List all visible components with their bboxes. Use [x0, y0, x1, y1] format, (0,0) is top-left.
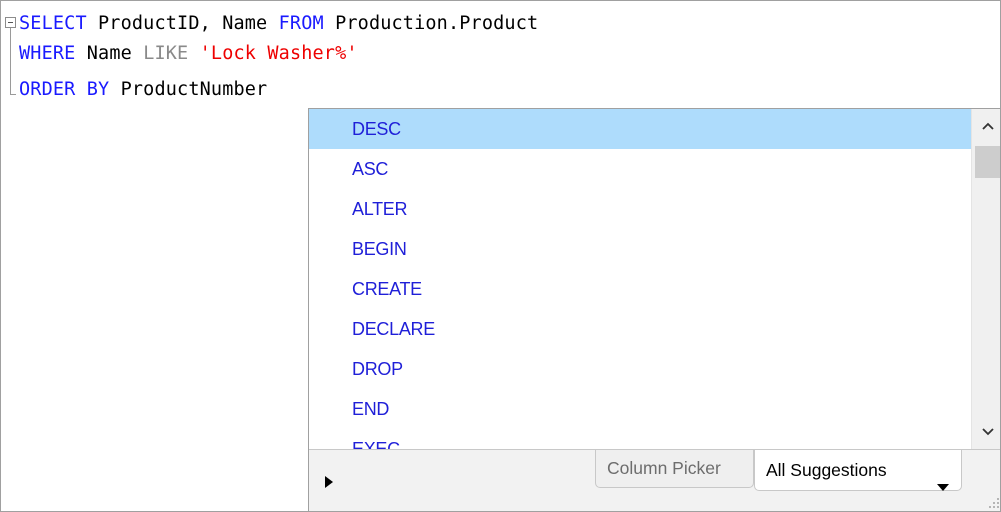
- completion-item-label: CREATE: [352, 279, 422, 299]
- code-line[interactable]: SELECT ProductID, Name FROM Production.P…: [19, 9, 538, 39]
- outline-guide-end: [10, 94, 16, 95]
- tab-all-suggestions[interactable]: All Suggestions: [754, 450, 962, 491]
- completion-item[interactable]: END: [309, 389, 971, 429]
- chevron-up-icon[interactable]: [972, 109, 1000, 143]
- code-token: ProductNumber: [109, 79, 268, 100]
- code-token: LIKE: [143, 43, 189, 64]
- completion-item[interactable]: DROP: [309, 349, 971, 389]
- scroll-thumb[interactable]: [975, 146, 1000, 178]
- code-token: Name: [75, 43, 144, 64]
- completion-footer: Column Picker All Suggestions: [309, 449, 1000, 511]
- completion-item-label: DROP: [352, 359, 403, 379]
- completion-item[interactable]: CREATE: [309, 269, 971, 309]
- play-arrow-icon[interactable]: [321, 472, 337, 492]
- caret-down-icon[interactable]: [937, 466, 949, 506]
- code-token: ORDER BY: [19, 79, 110, 100]
- completion-list[interactable]: DESC ASC ALTER BEGIN CREATE DECLARE DROP END EXE…: [309, 109, 971, 449]
- code-token: SELECT: [19, 13, 87, 34]
- chevron-down-icon[interactable]: [972, 415, 1000, 449]
- completion-item[interactable]: ALTER: [309, 189, 971, 229]
- completion-item-label: DESC: [352, 119, 401, 139]
- collapse-toggle-icon[interactable]: [5, 17, 16, 28]
- code-token: 'Lock Washer%': [199, 43, 358, 64]
- completion-item-label: END: [352, 399, 390, 419]
- completion-item-label: ASC: [352, 159, 389, 179]
- completion-scrollbar[interactable]: [971, 109, 1000, 449]
- code-line[interactable]: ORDER BY ProductNumber: [19, 75, 267, 105]
- code-token: ProductID, Name: [86, 13, 279, 34]
- completion-popup[interactable]: DESC ASC ALTER BEGIN CREATE DECLARE DROP END EXE…: [308, 108, 1000, 511]
- code-token: FROM: [278, 13, 324, 34]
- outline-guide: [10, 28, 11, 94]
- completion-item[interactable]: DESC: [309, 109, 971, 149]
- completion-item[interactable]: BEGIN: [309, 229, 971, 269]
- tab-column-picker[interactable]: Column Picker: [595, 450, 754, 488]
- resize-grip-icon[interactable]: [987, 496, 1000, 510]
- completion-item-label: BEGIN: [352, 239, 407, 259]
- tab-all-suggestions-label: All Suggestions: [766, 460, 887, 480]
- completion-item-label: DECLARE: [352, 319, 435, 339]
- code-line[interactable]: WHERE Name LIKE 'Lock Washer%': [19, 39, 358, 69]
- code-editor[interactable]: SELECT ProductID, Name FROM Production.P…: [0, 0, 1001, 512]
- code-token: WHERE: [19, 43, 76, 64]
- completion-item[interactable]: ASC: [309, 149, 971, 189]
- code-token: Production.Product: [323, 13, 539, 34]
- completion-item-label: EXEC: [352, 439, 400, 449]
- completion-item[interactable]: EXEC: [309, 429, 971, 449]
- completion-item-label: ALTER: [352, 199, 408, 219]
- tab-column-picker-label: Column Picker: [607, 458, 721, 478]
- completion-item[interactable]: DECLARE: [309, 309, 971, 349]
